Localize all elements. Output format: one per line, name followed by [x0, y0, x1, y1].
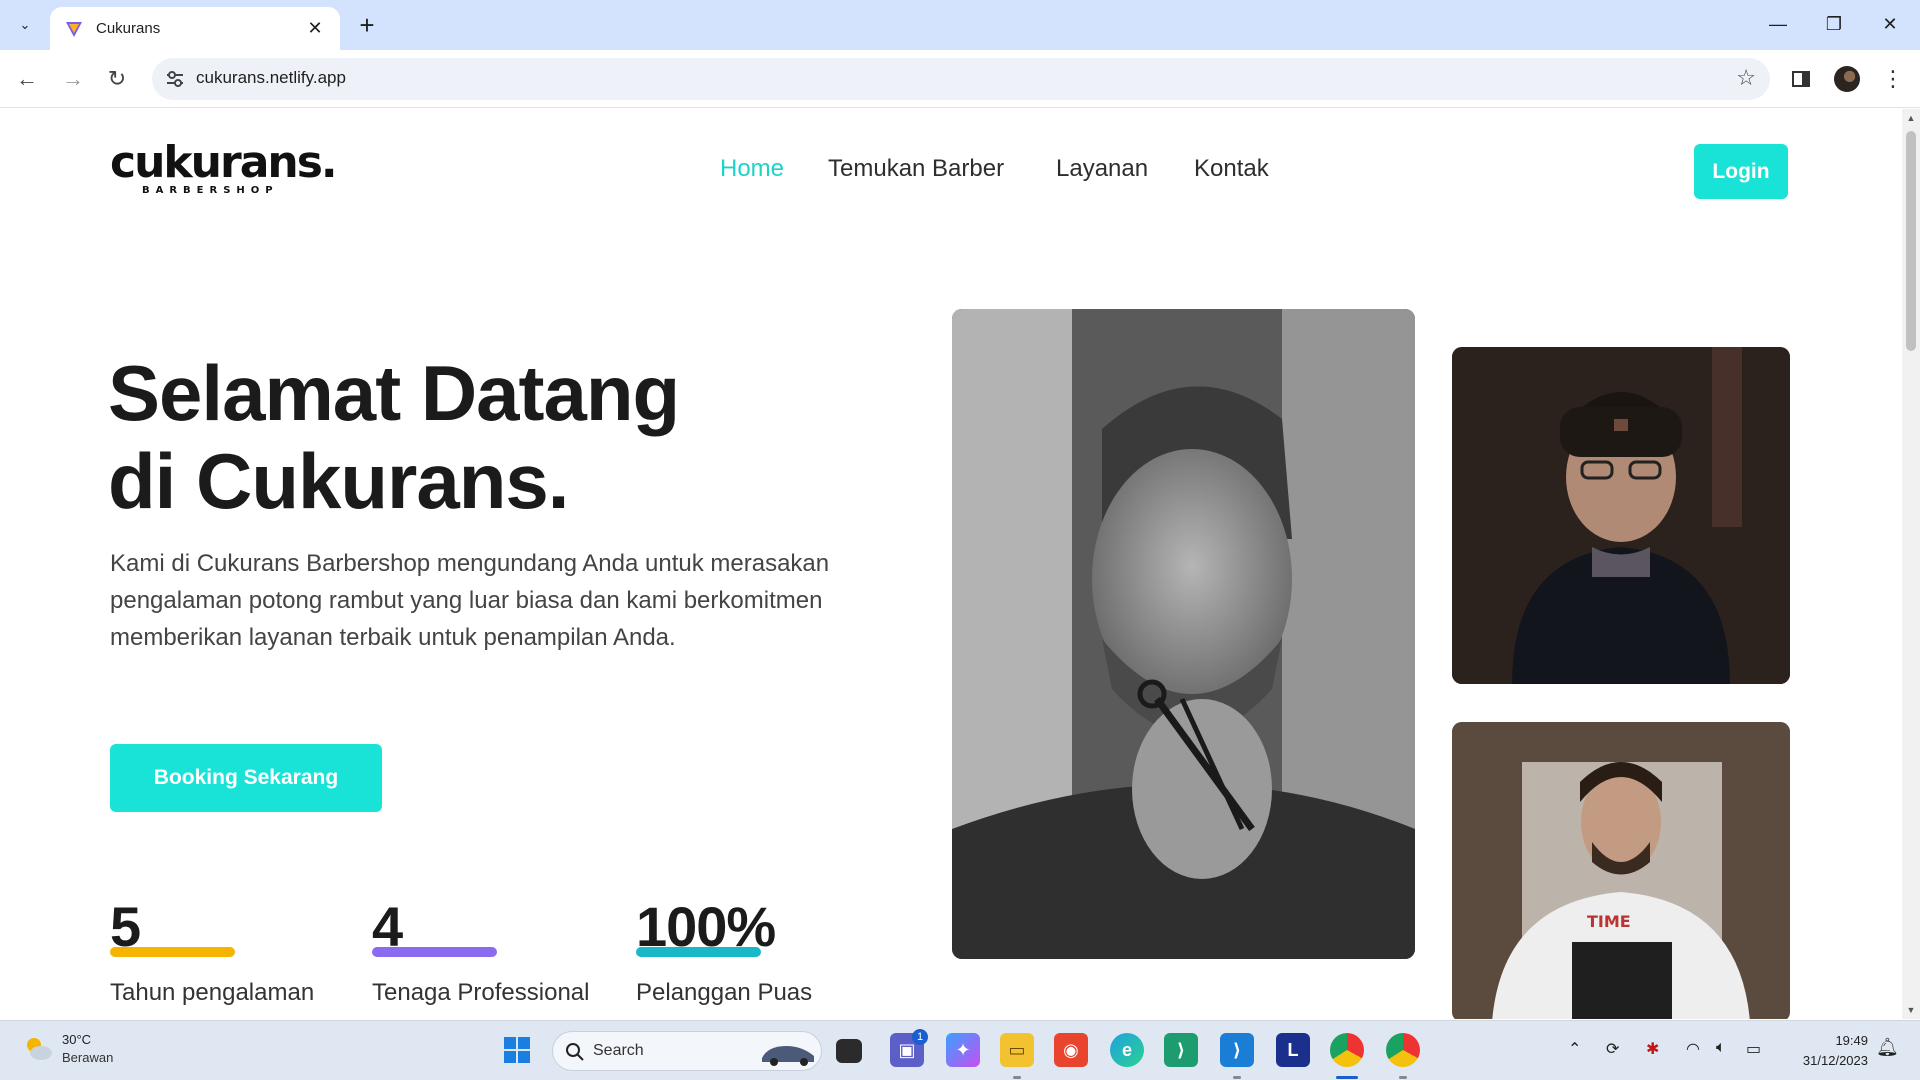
new-tab-button[interactable]: + [352, 10, 382, 40]
reload-icon[interactable]: ↻ [100, 62, 134, 96]
hero-title: Selamat Datang di Cukurans. [108, 349, 868, 525]
clock-date: 31/12/2023 [1802, 1053, 1868, 1068]
task-view-icon[interactable] [836, 1039, 862, 1063]
search-icon [566, 1043, 584, 1061]
security-icon[interactable]: ✱ [1646, 1039, 1659, 1059]
show-hidden-icons-chevron[interactable]: ⌃ [1568, 1039, 1581, 1059]
weather-widget[interactable]: 30°C Berawan [22, 1031, 113, 1067]
svg-text:TIME: TIME [1587, 912, 1631, 931]
nav-kontak[interactable]: Kontak [1194, 155, 1269, 183]
menu-kebab-icon[interactable]: ⋮ [1876, 62, 1910, 96]
browser-toolbar: ← → ↻ cukurans.netlify.app ☆ ⋮ [0, 50, 1920, 108]
running-indicator [1013, 1076, 1021, 1079]
windows-taskbar: 30°C Berawan Search ▣ 1 ✦ ▭ ◉ e ⟩ ⟩ L ⌃ … [0, 1020, 1920, 1080]
logo-wordmark: cukurans. [110, 137, 338, 188]
web-page: cukurans. BARBERSHOP Home Temukan Barber… [0, 109, 1902, 1019]
nav-temukan-barber[interactable]: Temukan Barber [828, 155, 1004, 183]
back-arrow-icon[interactable]: ← [10, 62, 44, 96]
active-indicator [1336, 1076, 1358, 1079]
login-button[interactable]: Login [1694, 144, 1788, 199]
running-indicator [1399, 1076, 1407, 1079]
tab-search-chevron-icon[interactable]: ⌄ [10, 12, 40, 38]
copilot-icon[interactable]: ✦ [946, 1033, 980, 1067]
profile-avatar[interactable] [1830, 62, 1864, 96]
vscode-green-icon[interactable]: ⟩ [1164, 1033, 1198, 1067]
partly-cloudy-icon [27, 1038, 52, 1060]
clock-time: 19:49 [1835, 1033, 1868, 1048]
forward-arrow-icon[interactable]: → [56, 62, 90, 96]
side-panel-icon[interactable] [1784, 62, 1818, 96]
url-text: cukurans.netlify.app [196, 68, 346, 87]
hero-description: Kami di Cukurans Barbershop mengundang A… [110, 550, 830, 651]
weather-temperature: 30°C [62, 1032, 92, 1047]
tab-title: Cukurans [96, 20, 161, 37]
taskbar-search-box[interactable]: Search [552, 1031, 822, 1071]
nav-layanan[interactable]: Layanan [1056, 155, 1148, 183]
page-scrollbar[interactable]: ▲ ▼ [1902, 109, 1920, 1019]
stat-value: 100% [636, 895, 776, 958]
notification-bell-icon[interactable]: 🔔︎ [1876, 1037, 1899, 1058]
close-window-button[interactable]: ✕ [1862, 6, 1918, 42]
hero-title-line1: Selamat Datang [108, 349, 680, 437]
stat-label: Tenaga Professional [372, 979, 590, 1006]
tab-close-icon[interactable]: ✕ [304, 18, 326, 39]
scroll-down-icon[interactable]: ▼ [1902, 1001, 1920, 1019]
wifi-icon[interactable]: ◠ [1686, 1039, 1700, 1059]
battery-icon[interactable]: ▭ [1746, 1039, 1761, 1059]
edge-browser-icon[interactable]: e [1110, 1033, 1144, 1067]
search-highlight-car-icon [762, 1046, 814, 1066]
chrome-profile-icon[interactable] [1386, 1033, 1420, 1067]
stat-label: Pelanggan Puas [636, 979, 813, 1006]
weather-condition: Berawan [62, 1050, 114, 1065]
running-indicator [1233, 1076, 1241, 1079]
minimize-button[interactable]: — [1750, 6, 1806, 42]
app-l-icon[interactable]: L [1276, 1033, 1310, 1067]
site-logo[interactable]: cukurans. BARBERSHOP [110, 137, 338, 201]
chat-badge: 1 [912, 1029, 928, 1045]
nav-home[interactable]: Home [720, 155, 784, 183]
app-red-icon[interactable]: ◉ [1054, 1033, 1088, 1067]
stat-label: Tahun pengalaman [110, 979, 315, 1006]
netlify-favicon-icon [66, 21, 82, 37]
booking-button[interactable]: Booking Sekarang [110, 744, 382, 812]
stat-experience: 5 Tahun pengalaman [110, 895, 314, 1006]
address-bar[interactable]: cukurans.netlify.app ☆ [152, 58, 1770, 100]
windows-start-icon[interactable] [500, 1033, 534, 1067]
hero-photo-barber-scissors [952, 309, 1415, 959]
browser-tab-strip: ⌄ Cukurans ✕ + — ❐ ✕ [0, 0, 1920, 50]
hero-title-line2: di Cukurans. [108, 437, 569, 525]
scrollbar-thumb[interactable] [1906, 131, 1916, 351]
stat-professionals: 4 Tenaga Professional [372, 895, 589, 1006]
chrome-icon[interactable] [1330, 1033, 1364, 1067]
barber-photo-beanie [1452, 347, 1790, 684]
bookmark-star-icon[interactable]: ☆ [1736, 65, 1756, 91]
logo-subtitle: BARBERSHOP [142, 185, 279, 196]
stat-satisfaction: 100% Pelanggan Puas [636, 895, 812, 1006]
search-label: Search [593, 1042, 644, 1059]
vscode-icon[interactable]: ⟩ [1220, 1033, 1254, 1067]
stat-value: 4 [372, 895, 403, 958]
stat-value: 5 [110, 895, 141, 958]
barber-photo-tshirt: TIME [1452, 722, 1790, 1019]
browser-tab[interactable]: Cukurans ✕ [50, 7, 340, 50]
scroll-up-icon[interactable]: ▲ [1902, 109, 1920, 127]
sync-icon[interactable]: ⟳ [1606, 1039, 1619, 1059]
site-settings-icon[interactable] [164, 68, 186, 90]
file-explorer-icon[interactable]: ▭ [1000, 1033, 1034, 1067]
volume-icon[interactable]: 🔈︎ [1716, 1039, 1726, 1057]
system-clock[interactable]: 19:49 31/12/2023 [1796, 1031, 1868, 1071]
restore-button[interactable]: ❐ [1806, 6, 1862, 42]
